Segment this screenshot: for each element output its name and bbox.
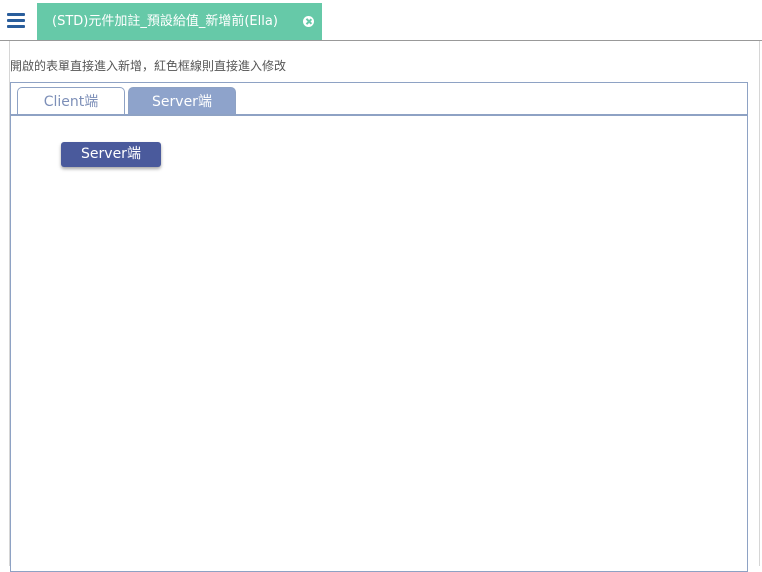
close-circle-icon[interactable]	[303, 16, 314, 27]
tab-strip-divider	[11, 114, 747, 116]
menu-line	[7, 13, 25, 16]
top-bar: (STD)元件加註_預設給值_新增前(Ella)	[0, 0, 762, 40]
document-tab-title: (STD)元件加註_預設給值_新增前(Ella)	[52, 14, 278, 29]
server-button[interactable]: Server端	[61, 142, 161, 167]
tab-server[interactable]: Server端	[128, 87, 236, 115]
hamburger-menu-icon[interactable]	[7, 13, 25, 28]
document-tab[interactable]: (STD)元件加註_預設給值_新增前(Ella)	[37, 3, 322, 40]
tab-client[interactable]: Client端	[17, 87, 125, 115]
menu-line	[7, 19, 25, 22]
hint-text: 開啟的表單直接進入新增，紅色框線則直接進入修改	[10, 59, 287, 73]
menu-line	[7, 25, 25, 28]
